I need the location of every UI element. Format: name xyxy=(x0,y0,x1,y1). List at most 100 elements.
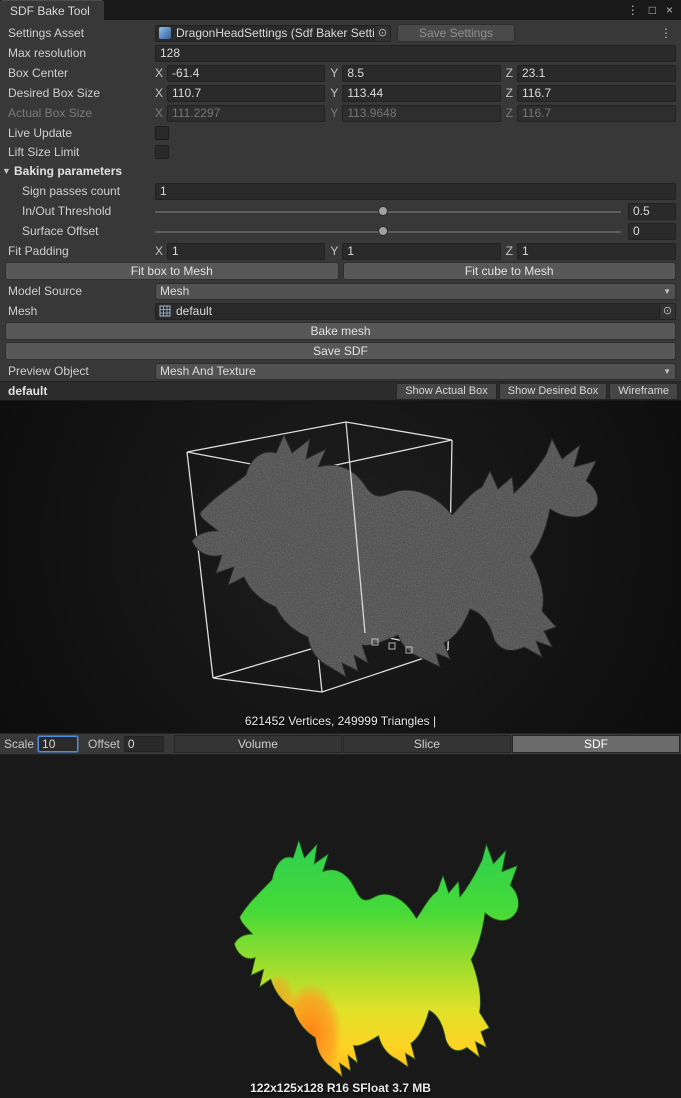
maximize-icon[interactable]: □ xyxy=(649,0,656,20)
preview-object-dropdown[interactable]: Mesh And Texture ▼ xyxy=(155,363,676,380)
window-titlebar: SDF Bake Tool ⋮ □ × xyxy=(0,0,681,20)
max-resolution-row: Max resolution 128 xyxy=(0,43,681,63)
in-out-threshold-row: In/Out Threshold 0.5 xyxy=(0,201,681,221)
box-center-y-input[interactable]: 8.5 xyxy=(342,65,500,82)
y-axis-label: Y xyxy=(330,86,338,100)
mesh-object-field[interactable]: default ⊙ xyxy=(155,303,676,320)
actual-box-size-row: Actual Box Size X111.2297 Y113.9648 Z116… xyxy=(0,103,681,123)
inspector-panel: Settings Asset DragonHeadSettings (Sdf B… xyxy=(0,20,681,381)
offset-label: Offset xyxy=(88,737,120,751)
preview-toolbar: default Show Actual Box Show Desired Box… xyxy=(0,381,681,401)
x-axis-label: X xyxy=(155,86,163,100)
object-picker-icon[interactable]: ⊙ xyxy=(659,304,675,319)
mesh-icon xyxy=(159,305,171,317)
preview-object-value: Mesh And Texture xyxy=(160,364,663,379)
scale-input[interactable]: 10 xyxy=(38,736,78,752)
bake-mesh-button[interactable]: Bake mesh xyxy=(5,322,676,340)
desired-box-size-label: Desired Box Size xyxy=(8,86,155,100)
desired-box-size-y-input[interactable]: 113.44 xyxy=(342,85,500,102)
x-axis-label: X xyxy=(155,244,163,258)
slider-track xyxy=(155,231,621,233)
baking-parameters-foldout[interactable]: ▼ Baking parameters xyxy=(0,161,681,181)
slider-track xyxy=(155,211,621,213)
sdf-view-tabs: Volume Slice SDF xyxy=(174,735,681,753)
y-axis-label: Y xyxy=(330,66,338,80)
show-desired-box-button[interactable]: Show Desired Box xyxy=(499,383,608,400)
surface-offset-input[interactable]: 0 xyxy=(628,223,676,240)
desired-box-size-x-input[interactable]: 110.7 xyxy=(167,85,325,102)
y-axis-label: Y xyxy=(330,106,338,120)
sdf-preview-render xyxy=(0,755,681,1098)
slider-thumb[interactable] xyxy=(378,206,388,216)
lift-size-limit-checkbox[interactable] xyxy=(155,145,169,159)
surface-offset-label: Surface Offset xyxy=(8,224,155,238)
settings-kebab-icon[interactable]: ⋮ xyxy=(656,26,676,40)
sign-passes-count-row: Sign passes count 1 xyxy=(0,181,681,201)
actual-box-size-x-value: 111.2297 xyxy=(167,105,325,122)
box-center-x-input[interactable]: -61.4 xyxy=(167,65,325,82)
mesh-stats-text: 621452 Vertices, 249999 Triangles | xyxy=(0,714,681,728)
model-source-label: Model Source xyxy=(8,284,155,298)
fit-padding-y-input[interactable]: 1 xyxy=(342,243,500,260)
tab-sdf-bake-tool[interactable]: SDF Bake Tool xyxy=(0,0,104,20)
settings-asset-row: Settings Asset DragonHeadSettings (Sdf B… xyxy=(0,23,681,43)
fit-padding-x-input[interactable]: 1 xyxy=(167,243,325,260)
actual-box-size-label: Actual Box Size xyxy=(8,106,155,120)
mesh-preview-viewport[interactable]: 621452 Vertices, 249999 Triangles | xyxy=(0,401,681,733)
slider-thumb[interactable] xyxy=(378,226,388,236)
lift-size-limit-row: Lift Size Limit xyxy=(0,142,681,161)
mesh-value: default xyxy=(172,304,659,319)
sdf-dragon xyxy=(234,840,518,1084)
model-source-dropdown[interactable]: Mesh ▼ xyxy=(155,283,676,300)
in-out-threshold-input[interactable]: 0.5 xyxy=(628,203,676,220)
sdf-info-text: 122x125x128 R16 SFloat 3.7 MB xyxy=(0,1081,681,1095)
fit-padding-label: Fit Padding xyxy=(8,244,155,258)
x-axis-label: X xyxy=(155,66,163,80)
close-icon[interactable]: × xyxy=(666,0,673,20)
baking-parameters-label: Baking parameters xyxy=(14,164,161,178)
tab-slice[interactable]: Slice xyxy=(343,735,511,753)
z-axis-label: Z xyxy=(506,66,513,80)
z-axis-label: Z xyxy=(506,244,513,258)
window-menu-icon[interactable]: ⋮ xyxy=(627,0,639,20)
live-update-row: Live Update xyxy=(0,123,681,142)
settings-asset-icon xyxy=(159,27,171,39)
desired-box-size-z-input[interactable]: 116.7 xyxy=(517,85,676,102)
save-settings-button[interactable]: Save Settings xyxy=(397,24,515,42)
chevron-down-icon: ▼ xyxy=(663,287,671,296)
tab-sdf[interactable]: SDF xyxy=(512,735,680,753)
dragon-mesh xyxy=(180,426,610,691)
in-out-threshold-label: In/Out Threshold xyxy=(8,204,155,218)
save-sdf-button[interactable]: Save SDF xyxy=(5,342,676,360)
sdf-preview-viewport[interactable]: 122x125x128 R16 SFloat 3.7 MB xyxy=(0,755,681,1098)
desired-box-size-row: Desired Box Size X110.7 Y113.44 Z116.7 xyxy=(0,83,681,103)
box-center-z-input[interactable]: 23.1 xyxy=(517,65,676,82)
mesh-row: Mesh default ⊙ xyxy=(0,301,681,321)
fit-cube-to-mesh-button[interactable]: Fit cube to Mesh xyxy=(343,262,677,280)
save-sdf-row: Save SDF xyxy=(0,341,681,361)
lift-size-limit-label: Lift Size Limit xyxy=(8,145,155,159)
preview-object-row: Preview Object Mesh And Texture ▼ xyxy=(0,361,681,381)
model-source-value: Mesh xyxy=(160,284,663,299)
show-actual-box-button[interactable]: Show Actual Box xyxy=(396,383,497,400)
fit-box-to-mesh-button[interactable]: Fit box to Mesh xyxy=(5,262,339,280)
max-resolution-label: Max resolution xyxy=(8,46,155,60)
wireframe-button[interactable]: Wireframe xyxy=(609,383,678,400)
object-picker-icon[interactable]: ⊙ xyxy=(374,26,390,41)
sign-passes-count-input[interactable]: 1 xyxy=(155,183,676,200)
x-axis-label: X xyxy=(155,106,163,120)
actual-box-size-y-value: 113.9648 xyxy=(342,105,500,122)
surface-offset-slider[interactable] xyxy=(155,223,621,239)
settings-asset-field[interactable]: DragonHeadSettings (Sdf Baker Settir ⊙ xyxy=(155,25,391,42)
bake-mesh-row: Bake mesh xyxy=(0,321,681,341)
live-update-checkbox[interactable] xyxy=(155,126,169,140)
offset-input[interactable]: 0 xyxy=(124,736,164,752)
tab-volume[interactable]: Volume xyxy=(174,735,342,753)
box-center-row: Box Center X-61.4 Y8.5 Z23.1 xyxy=(0,63,681,83)
fit-buttons-row: Fit box to Mesh Fit cube to Mesh xyxy=(0,261,681,281)
in-out-threshold-slider[interactable] xyxy=(155,203,621,219)
foldout-arrow-icon[interactable]: ▼ xyxy=(2,166,14,176)
max-resolution-input[interactable]: 128 xyxy=(155,45,676,62)
fit-padding-z-input[interactable]: 1 xyxy=(517,243,676,260)
sdf-control-bar: Scale 10 Offset 0 Volume Slice SDF xyxy=(0,733,681,755)
